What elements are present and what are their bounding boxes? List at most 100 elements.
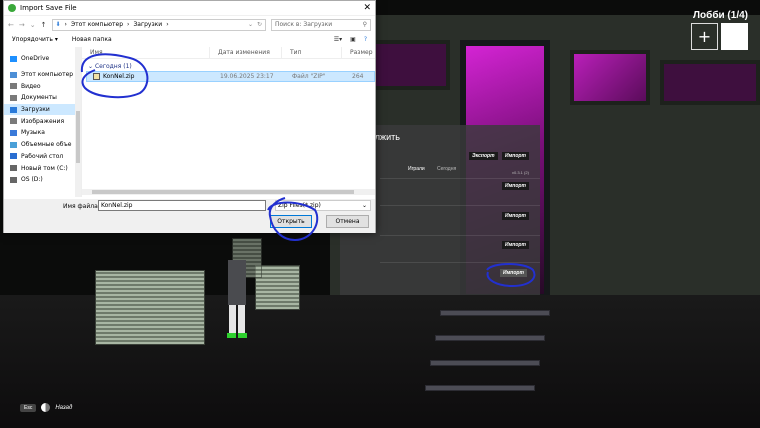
- documents-icon: [10, 94, 17, 101]
- app-icon: [8, 4, 16, 12]
- music-icon: [10, 129, 17, 136]
- add-player-button[interactable]: +: [691, 23, 718, 50]
- nav-item-1[interactable]: Этот компьютер: [4, 69, 81, 81]
- filetype-select[interactable]: Zip Files(*.zip) ⌄: [275, 200, 371, 211]
- save-row: [380, 178, 540, 179]
- pictures-icon: [10, 118, 17, 125]
- group-today[interactable]: ⌄ Сегодня (1): [82, 59, 375, 71]
- search-icon: ⚲: [362, 21, 367, 28]
- help-icon[interactable]: ?: [364, 36, 367, 43]
- navigation-bar: ← → ⌄ ↑ ⬇ › Этот компьютер › Загрузки › …: [4, 16, 375, 33]
- nav-item-10[interactable]: OS (D:): [4, 174, 81, 186]
- file-row[interactable]: KonNel.zip 19.06.2025 23:17 Файл "ZIP" 2…: [86, 71, 375, 82]
- bus-stairs: [425, 300, 550, 410]
- money-crate: [95, 270, 205, 345]
- up-arrow-icon[interactable]: ↑: [41, 21, 47, 29]
- save-row: [380, 205, 540, 206]
- column-date[interactable]: Дата изменения: [210, 46, 282, 59]
- import-button[interactable]: Импорт: [502, 182, 529, 190]
- file-date: 19.06.2025 23:17: [220, 73, 274, 80]
- 3d-objects-icon: [10, 141, 17, 148]
- lobby-count: Лобби (1/4): [693, 10, 748, 21]
- nav-item-6[interactable]: Музыка: [4, 127, 81, 139]
- nav-item-label: Новый том (C:): [21, 164, 68, 172]
- nav-item-label: Этот компьютер: [21, 71, 74, 79]
- nav-item-label: Музыка: [21, 129, 45, 137]
- breadcrumb-sep: ›: [64, 21, 67, 28]
- import-button[interactable]: Импорт: [502, 152, 529, 160]
- breadcrumb-downloads[interactable]: Загрузки: [133, 21, 162, 28]
- nav-item-label: Документы: [21, 94, 57, 102]
- mouse-icon: [41, 403, 51, 412]
- dialog-title: Import Save File: [20, 4, 77, 12]
- filename-label: Имя файла:: [63, 203, 100, 210]
- back-hint[interactable]: Esc Назад: [20, 403, 72, 412]
- file-size: 264: [352, 73, 364, 80]
- nav-item-7[interactable]: Объемные объе: [4, 139, 81, 151]
- chevron-down-icon: ⌄: [361, 202, 367, 209]
- column-size[interactable]: Размер: [342, 47, 375, 59]
- open-button[interactable]: Открыть: [270, 215, 312, 228]
- nav-item-5[interactable]: Изображения: [4, 115, 81, 127]
- nav-item-label: OS (D:): [21, 176, 43, 184]
- import-button[interactable]: Импорт: [502, 241, 529, 249]
- nav-item-3[interactable]: Документы: [4, 92, 81, 104]
- nav-item-8[interactable]: Рабочий стол: [4, 151, 81, 163]
- breadcrumb-sep: ›: [166, 21, 169, 28]
- nav-item-2[interactable]: Видео: [4, 80, 81, 92]
- preview-pane-icon[interactable]: ▣: [350, 36, 356, 43]
- filename-input[interactable]: KonNel.zip: [98, 200, 266, 211]
- group-label: Сегодня (1): [94, 63, 132, 70]
- file-type: Файл "ZIP": [292, 73, 326, 80]
- export-button[interactable]: Экспорт: [469, 152, 498, 160]
- view-options-icon[interactable]: ☰▾: [334, 36, 342, 43]
- organize-button[interactable]: Упорядочить ▾: [12, 36, 58, 43]
- nav-scroll-thumb[interactable]: [76, 111, 80, 163]
- file-name: KonNel.zip: [103, 73, 135, 80]
- close-icon[interactable]: ✕: [363, 3, 371, 13]
- tab-played[interactable]: Играли: [408, 166, 425, 172]
- address-bar[interactable]: ⬇ › Этот компьютер › Загрузки › ⌄ ↻: [51, 18, 266, 31]
- dialog-titlebar[interactable]: Import Save File ✕: [4, 1, 375, 16]
- new-folder-button[interactable]: Новая папка: [72, 36, 112, 43]
- save-row: [380, 235, 540, 236]
- nav-item-label: Загрузки: [21, 106, 50, 114]
- nav-item-label: Изображения: [21, 117, 65, 125]
- search-box[interactable]: Поиск в: Загрузки ⚲: [271, 18, 371, 31]
- computer-icon: [10, 71, 17, 78]
- esc-key: Esc: [20, 403, 37, 412]
- nav-item-label: Видео: [21, 82, 41, 90]
- import-button[interactable]: Импорт: [502, 212, 529, 220]
- navigation-pane: OneDrive Этот компьютер Видео Документы Загр…: [4, 47, 82, 197]
- breadcrumb-this-pc[interactable]: Этот компьютер: [71, 21, 123, 28]
- download-folder-icon: ⬇: [55, 21, 61, 28]
- nav-item-0[interactable]: OneDrive: [4, 53, 81, 65]
- file-list: Имя Дата изменения Тип Размер ⌄ Сегодня …: [82, 46, 375, 197]
- back-label: Назад: [55, 404, 73, 411]
- tab-today[interactable]: Сегодня: [437, 166, 456, 172]
- download-icon: [10, 106, 17, 113]
- player-character: [222, 250, 252, 340]
- nav-item-label: Объемные объе: [21, 141, 72, 149]
- search-input[interactable]: Поиск в: Загрузки: [275, 21, 332, 28]
- drive-icon: [10, 165, 17, 172]
- recent-dropdown-icon[interactable]: ⌄: [30, 21, 36, 29]
- bus-window: [660, 60, 760, 105]
- drive-icon: [10, 176, 17, 183]
- forward-arrow-icon[interactable]: →: [19, 21, 25, 29]
- horizontal-scrollbar[interactable]: [82, 189, 375, 195]
- chevron-down-icon[interactable]: ⌄: [248, 21, 253, 28]
- nav-item-label: OneDrive: [21, 55, 50, 63]
- nav-item-9[interactable]: Новый том (C:): [4, 162, 81, 174]
- column-name[interactable]: Имя: [82, 46, 210, 59]
- back-arrow-icon[interactable]: ←: [8, 21, 14, 29]
- nav-item-4[interactable]: Загрузки: [4, 103, 81, 116]
- filetype-value: Zip Files(*.zip): [278, 202, 321, 209]
- import-button-highlighted[interactable]: Импорт: [500, 269, 527, 277]
- zip-file-icon: [93, 73, 100, 80]
- cancel-button[interactable]: Отмена: [326, 215, 369, 228]
- refresh-icon[interactable]: ↻: [257, 21, 262, 28]
- column-type[interactable]: Тип: [282, 46, 342, 59]
- player-slot[interactable]: [721, 23, 748, 50]
- dialog-footer: Имя файла: KonNel.zip Zip Files(*.zip) ⌄…: [4, 199, 375, 233]
